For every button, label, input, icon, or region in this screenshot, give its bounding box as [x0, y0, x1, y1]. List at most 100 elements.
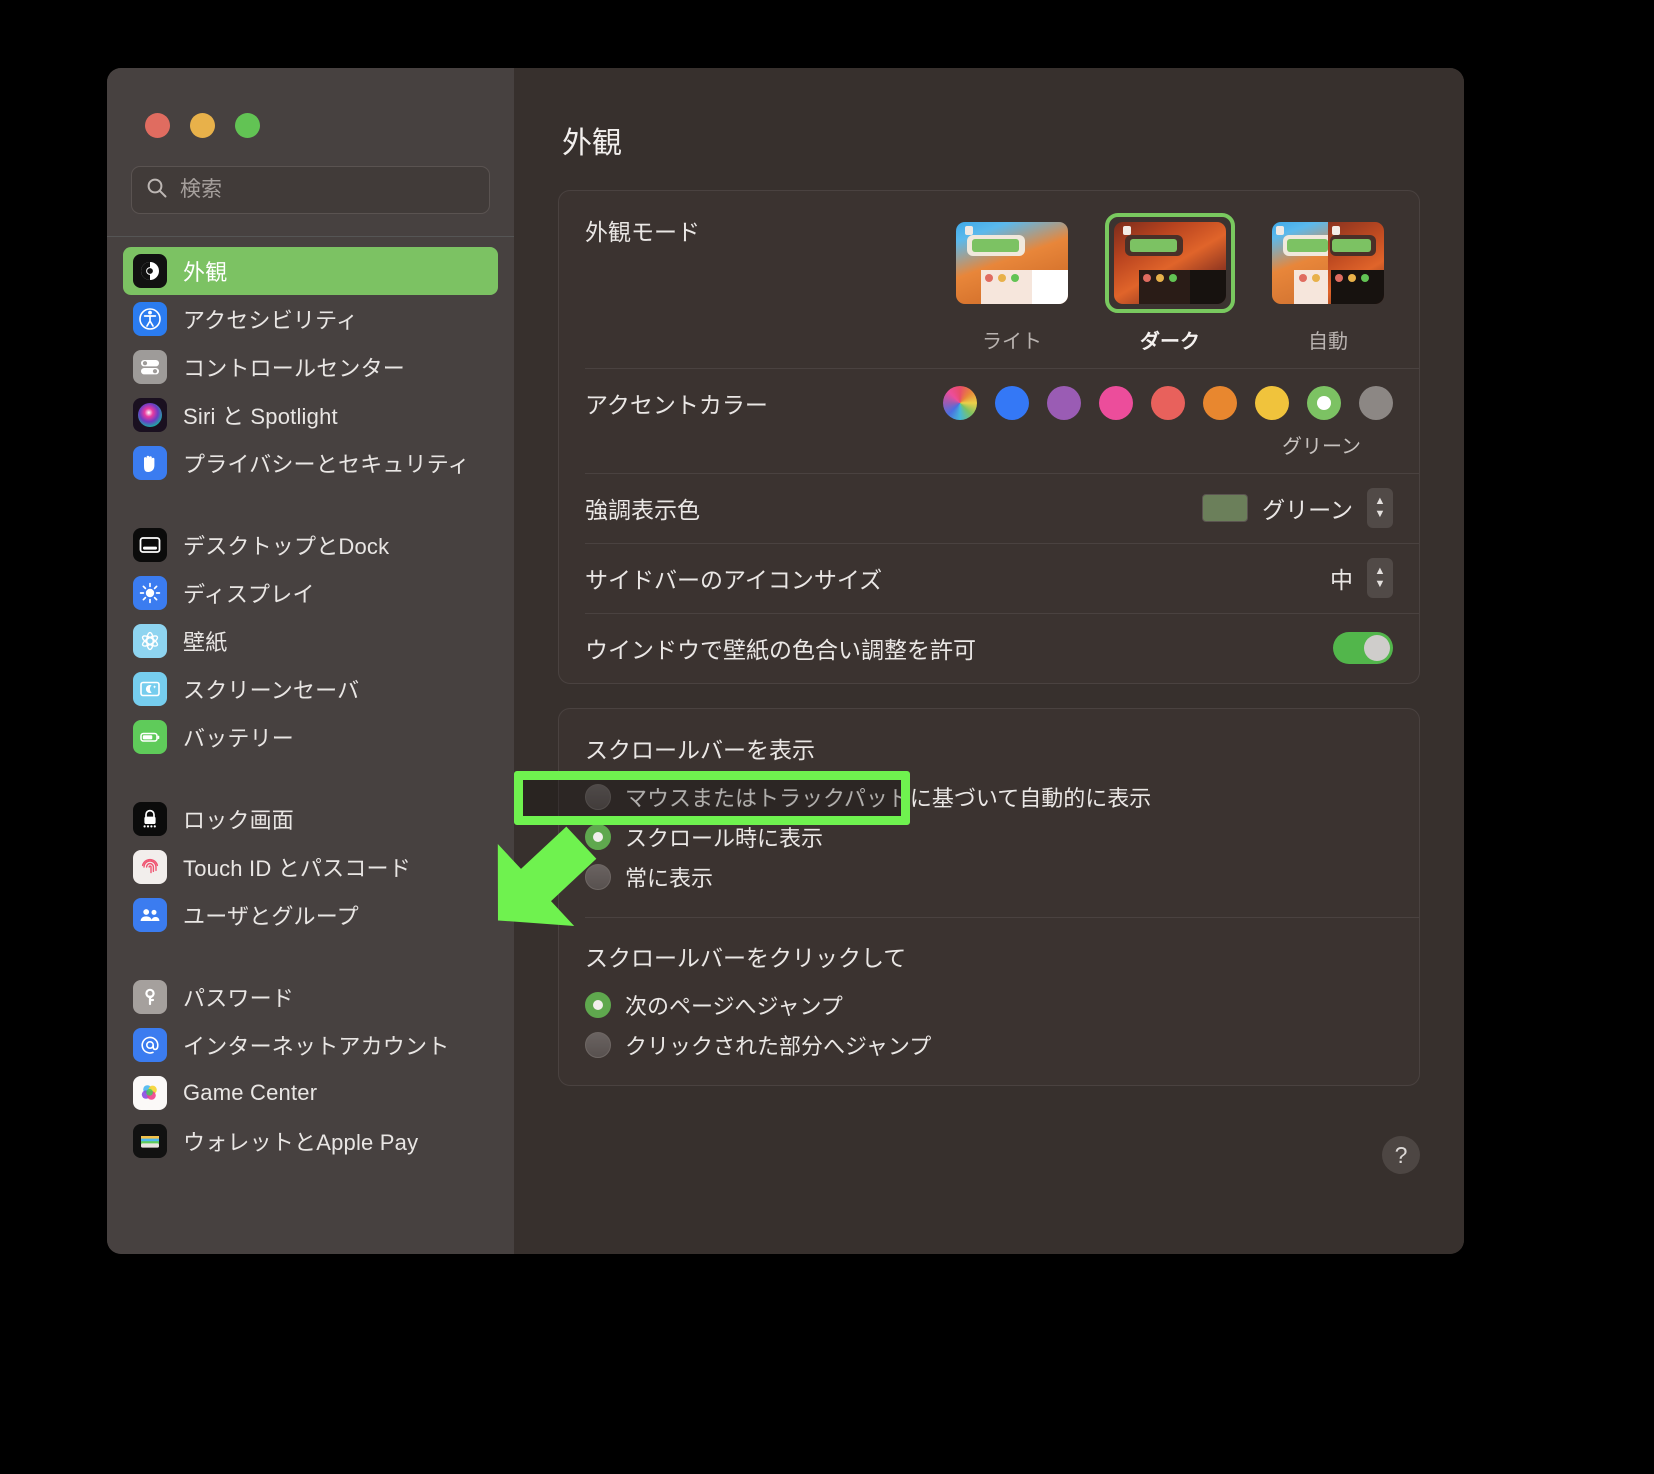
- passwords-icon: [133, 980, 167, 1014]
- highlight-color-value: グリーン: [1262, 497, 1353, 523]
- chevron-up-icon: ▲: [1374, 495, 1386, 507]
- show-scroll-bars-title: スクロールバーを表示: [585, 737, 815, 763]
- highlight-color-chip[interactable]: [1202, 494, 1249, 522]
- sidebar-item-battery[interactable]: バッテリー: [123, 713, 498, 761]
- sidebar-item-internet-accounts[interactable]: インターネットアカウント: [123, 1021, 498, 1069]
- sidebar-item-label: Touch ID とパスコード: [183, 856, 411, 881]
- sidebar-item-wallpaper[interactable]: 壁紙: [123, 617, 498, 665]
- click-option-jump-next-page[interactable]: 次のページへジャンプ: [585, 985, 1393, 1025]
- appearance-icon: [133, 254, 167, 288]
- display-icon: [133, 576, 167, 610]
- radio-button[interactable]: [585, 1032, 611, 1058]
- sidebar-group-divider: [123, 487, 498, 521]
- highlight-color-stepper[interactable]: ▲ ▼: [1367, 488, 1393, 528]
- game-center-icon: [133, 1076, 167, 1110]
- scrollbar-option-auto[interactable]: マウスまたはトラックパッドに基づいて自動的に表示: [585, 777, 1393, 817]
- radio-button[interactable]: [585, 784, 611, 810]
- appearance-mode-auto[interactable]: 自動: [1263, 213, 1393, 354]
- chevron-down-icon: ▼: [1374, 508, 1386, 520]
- wallet-icon: [133, 1124, 167, 1158]
- search-field[interactable]: [131, 166, 490, 214]
- sidebar-item-control-center[interactable]: コントロールセンター: [123, 343, 498, 391]
- appearance-mode-light[interactable]: ライト: [947, 213, 1077, 354]
- appearance-mode-dark[interactable]: ダーク: [1105, 213, 1235, 354]
- sidebar-item-privacy-security[interactable]: プライバシーとセキュリティ: [123, 439, 498, 487]
- sidebar-item-siri-spotlight[interactable]: Siri と Spotlight: [123, 391, 498, 439]
- internet-accounts-icon: [133, 1028, 167, 1062]
- appearance-mode-label-dark: ダーク: [1140, 331, 1200, 353]
- close-button[interactable]: [145, 113, 170, 138]
- sidebar-icon-size-value: 中: [1330, 567, 1353, 593]
- wallpaper-tinting-label: ウインドウで壁紙の色合い調整を許可: [585, 637, 976, 663]
- sidebar-item-desktop-dock[interactable]: デスクトップとDock: [123, 521, 498, 569]
- appearance-mode-label: 外観モード: [585, 219, 700, 245]
- accent-swatch-red[interactable]: [1151, 386, 1185, 420]
- radio-label: マウスまたはトラックパッドに基づいて自動的に表示: [625, 786, 1152, 811]
- radio-button[interactable]: [585, 992, 611, 1018]
- radio-label: 常に表示: [625, 866, 714, 891]
- screensaver-icon: [133, 672, 167, 706]
- sidebar-item-screensaver[interactable]: スクリーンセーバ: [123, 665, 498, 713]
- appearance-mode-row: 外観モード ライト ダーク 自動: [559, 191, 1419, 368]
- sidebar-icon-size-label: サイドバーのアイコンサイズ: [585, 567, 883, 593]
- minimize-button[interactable]: [190, 113, 215, 138]
- sidebar: 外観 アクセシビリティ: [107, 68, 514, 1254]
- help-button[interactable]: ?: [1382, 1136, 1420, 1174]
- accessibility-icon: [133, 302, 167, 336]
- sidebar-item-label: アクセシビリティ: [183, 308, 359, 333]
- highlight-color-label: 強調表示色: [585, 497, 700, 523]
- accent-color-selected-name: グリーン: [1282, 436, 1361, 458]
- control-center-icon: [133, 350, 167, 384]
- sidebar-item-appearance[interactable]: 外観: [123, 247, 498, 295]
- main-content: 外観 外観モード ライト ダーク 自動 アクセントカラー グリーン 強調表示色 …: [514, 68, 1464, 1254]
- accent-swatch-yellow[interactable]: [1255, 386, 1289, 420]
- sidebar-group-divider: [123, 761, 498, 795]
- sidebar-item-label: スクリーンセーバ: [183, 678, 360, 703]
- click-scroll-bar-group: スクロールバーをクリックして 次のページへジャンプ クリックされた部分へジャンプ: [559, 917, 1419, 1085]
- users-groups-icon: [133, 898, 167, 932]
- sidebar-item-wallet-apple-pay[interactable]: ウォレットとApple Pay: [123, 1117, 498, 1165]
- radio-label: クリックされた部分へジャンプ: [625, 1034, 932, 1059]
- sidebar-item-game-center[interactable]: Game Center: [123, 1069, 498, 1117]
- sidebar-item-label: パスワード: [183, 986, 295, 1011]
- sidebar-icon-size-row: サイドバーのアイコンサイズ 中 ▲ ▼: [559, 543, 1419, 613]
- scrollbar-option-when-scrolling[interactable]: スクロール時に表示: [585, 817, 1393, 857]
- sidebar-item-passwords[interactable]: パスワード: [123, 973, 498, 1021]
- traffic-lights: [107, 68, 514, 138]
- sidebar-item-users-groups[interactable]: ユーザとグループ: [123, 891, 498, 939]
- sidebar-item-label: 壁紙: [183, 630, 228, 655]
- sidebar-item-lock-screen[interactable]: ロック画面: [123, 795, 498, 843]
- radio-label: スクロール時に表示: [625, 826, 824, 851]
- accent-swatch-blue[interactable]: [995, 386, 1029, 420]
- accent-swatch-orange[interactable]: [1203, 386, 1237, 420]
- accent-swatch-graphite[interactable]: [1359, 386, 1393, 420]
- privacy-icon: [133, 446, 167, 480]
- scrollbar-option-always[interactable]: 常に表示: [585, 857, 1393, 897]
- search-area: [107, 138, 514, 214]
- click-option-jump-to-spot[interactable]: クリックされた部分へジャンプ: [585, 1025, 1393, 1065]
- radio-button[interactable]: [585, 864, 611, 890]
- wallpaper-tinting-toggle[interactable]: [1333, 632, 1393, 664]
- radio-button[interactable]: [585, 824, 611, 850]
- touch-id-icon: [133, 850, 167, 884]
- sidebar-item-touch-id[interactable]: Touch ID とパスコード: [123, 843, 498, 891]
- siri-icon: [133, 398, 167, 432]
- accent-swatch-pink[interactable]: [1099, 386, 1133, 420]
- appearance-mode-label-auto: 自動: [1308, 331, 1348, 353]
- sidebar-icon-size-stepper[interactable]: ▲ ▼: [1367, 558, 1393, 598]
- desktop-dock-icon: [133, 528, 167, 562]
- sidebar-item-display[interactable]: ディスプレイ: [123, 569, 498, 617]
- chevron-up-icon: ▲: [1374, 565, 1386, 577]
- scrollbar-settings-card: スクロールバーを表示 マウスまたはトラックパッドに基づいて自動的に表示 スクロー…: [558, 708, 1420, 1086]
- accent-swatch-purple[interactable]: [1047, 386, 1081, 420]
- sidebar-item-label: ディスプレイ: [183, 582, 315, 607]
- sidebar-nav: 外観 アクセシビリティ コントロールセンター Siri と Spotlight …: [107, 237, 514, 1254]
- sidebar-item-label: バッテリー: [183, 726, 295, 751]
- search-input[interactable]: [180, 178, 475, 202]
- sidebar-item-accessibility[interactable]: アクセシビリティ: [123, 295, 498, 343]
- accent-swatch-green[interactable]: [1307, 386, 1341, 420]
- click-scroll-bar-title: スクロールバーをクリックして: [585, 945, 907, 971]
- zoom-button[interactable]: [235, 113, 260, 138]
- sidebar-group-divider: [123, 939, 498, 973]
- accent-swatch-multicolor[interactable]: [943, 386, 977, 420]
